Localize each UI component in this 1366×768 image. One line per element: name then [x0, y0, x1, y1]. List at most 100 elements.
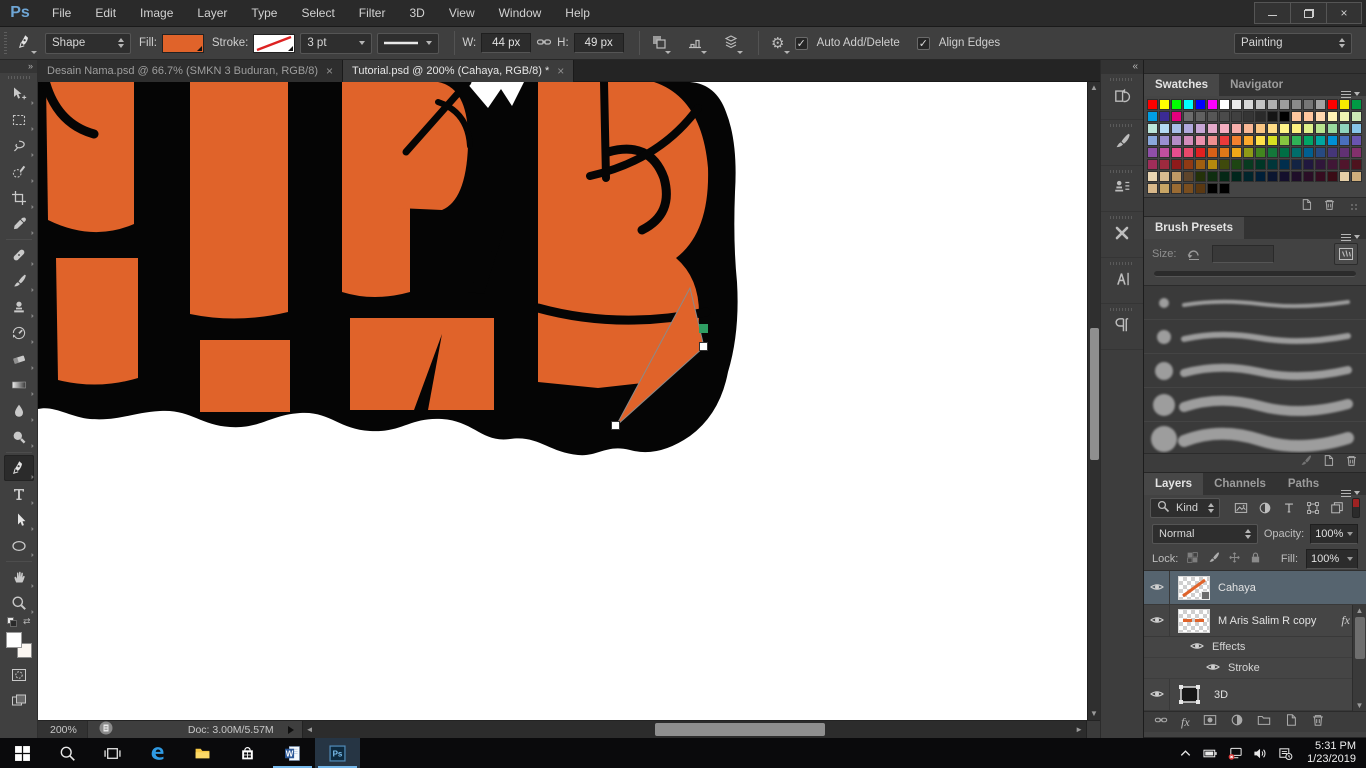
tab-channels[interactable]: Channels — [1203, 473, 1277, 495]
color-swatch[interactable] — [1207, 111, 1218, 122]
stroke-type-select[interactable] — [377, 32, 440, 54]
color-swatch[interactable] — [1159, 183, 1170, 194]
layer-row-cahaya[interactable]: Cahaya — [1144, 571, 1366, 605]
filter-image-icon[interactable] — [1230, 498, 1252, 518]
color-swatch[interactable] — [1327, 99, 1338, 110]
path-alignment-button[interactable] — [683, 32, 707, 54]
quick-selection-tool[interactable] — [4, 159, 34, 185]
menu-filter[interactable]: Filter — [347, 0, 398, 27]
color-swatch[interactable] — [1171, 123, 1182, 134]
color-swatch[interactable] — [1207, 99, 1218, 110]
anchor-point-selected[interactable] — [699, 324, 708, 333]
layers-scrollbar[interactable]: ▲ ▼ — [1352, 605, 1366, 711]
foreground-background-colors[interactable] — [5, 632, 32, 658]
minimize-button[interactable] — [1254, 2, 1290, 24]
color-swatch[interactable] — [1255, 159, 1266, 170]
pen-tool[interactable] — [3, 455, 34, 481]
scroll-right-icon[interactable]: ► — [1075, 721, 1083, 739]
color-swatch[interactable] — [1147, 183, 1158, 194]
taskbar-word-icon[interactable]: W — [270, 738, 315, 768]
color-swatch[interactable] — [1183, 123, 1194, 134]
color-swatch[interactable] — [1231, 99, 1242, 110]
tab-navigator[interactable]: Navigator — [1219, 74, 1294, 96]
color-swatch[interactable] — [1279, 111, 1290, 122]
menu-help[interactable]: Help — [553, 0, 602, 27]
color-swatch[interactable] — [1243, 111, 1254, 122]
color-swatch[interactable] — [1327, 147, 1338, 158]
visibility-toggle[interactable] — [1144, 679, 1170, 710]
color-swatch[interactable] — [1183, 183, 1194, 194]
color-swatch[interactable] — [1291, 159, 1302, 170]
color-swatch[interactable] — [1255, 99, 1266, 110]
menu-select[interactable]: Select — [289, 0, 346, 27]
color-swatch[interactable] — [1171, 183, 1182, 194]
tab-swatches[interactable]: Swatches — [1144, 74, 1220, 96]
panel-menu-icon[interactable] — [1341, 91, 1366, 96]
color-swatch[interactable] — [1159, 171, 1170, 182]
color-swatch[interactable] — [1219, 147, 1230, 158]
color-swatch[interactable] — [1207, 123, 1218, 134]
color-swatch[interactable] — [1267, 135, 1278, 146]
menu-type[interactable]: Type — [239, 0, 289, 27]
color-swatch[interactable] — [1219, 99, 1230, 110]
layer-thumbnail[interactable] — [1178, 575, 1210, 600]
workspace-select[interactable]: Painting — [1234, 32, 1352, 54]
color-swatch[interactable] — [1231, 135, 1242, 146]
color-swatch[interactable] — [1195, 159, 1206, 170]
tab-layers[interactable]: Layers — [1144, 473, 1204, 495]
color-swatch[interactable] — [1303, 171, 1314, 182]
color-swatch[interactable] — [1267, 159, 1278, 170]
chevron-up-icon[interactable] — [1178, 746, 1193, 761]
path-operations-button[interactable] — [647, 32, 671, 54]
panel-menu-icon[interactable] — [1341, 234, 1366, 239]
layer-filter-toggle[interactable] — [1351, 498, 1360, 518]
foreground-color-swatch[interactable] — [5, 632, 22, 648]
new-brush-button[interactable] — [1322, 454, 1335, 472]
color-swatch[interactable] — [1303, 159, 1314, 170]
tool-mode-select[interactable]: Shape — [45, 32, 131, 54]
anchor-point[interactable] — [611, 421, 620, 430]
close-button[interactable]: × — [1326, 2, 1362, 24]
auto-add-delete-checkbox[interactable]: ✓ — [794, 36, 808, 50]
color-swatch[interactable] — [1351, 171, 1362, 182]
color-swatch[interactable] — [1267, 123, 1278, 134]
layer-thumbnail[interactable] — [1178, 608, 1210, 633]
color-swatch[interactable] — [1183, 111, 1194, 122]
new-layer-button[interactable] — [1284, 713, 1298, 732]
reset-size-icon[interactable] — [1186, 245, 1202, 264]
link-dimensions-icon[interactable] — [536, 34, 552, 53]
color-swatch[interactable] — [1171, 135, 1182, 146]
stroke-color-swatch[interactable] — [253, 33, 296, 53]
brush-stroke-icon[interactable] — [1299, 454, 1312, 472]
color-swatch[interactable] — [1231, 159, 1242, 170]
color-swatch[interactable] — [1183, 147, 1194, 158]
color-swatch[interactable] — [1327, 159, 1338, 170]
color-swatch[interactable] — [1207, 147, 1218, 158]
color-swatch[interactable] — [1255, 135, 1266, 146]
color-swatch[interactable] — [1147, 135, 1158, 146]
battery-icon[interactable] — [1203, 746, 1218, 761]
menu-3d[interactable]: 3D — [397, 0, 436, 27]
fill-color-swatch[interactable] — [161, 33, 204, 53]
color-swatch[interactable] — [1339, 171, 1350, 182]
layers-scroll-thumb[interactable] — [1354, 617, 1365, 659]
scroll-down-icon[interactable]: ▼ — [1356, 700, 1364, 711]
color-swatch[interactable] — [1195, 123, 1206, 134]
dodge-tool[interactable] — [4, 424, 34, 450]
color-swatch[interactable] — [1327, 171, 1338, 182]
color-swatch[interactable] — [1183, 99, 1194, 110]
filter-kind-select[interactable]: Kind — [1150, 498, 1220, 518]
layer-row-m-aris-salim-r-copy[interactable]: M Aris Salim R copy fx — [1144, 605, 1366, 637]
lock-paint-icon[interactable] — [1207, 551, 1220, 567]
color-swatch[interactable] — [1207, 171, 1218, 182]
color-swatch[interactable] — [1339, 159, 1350, 170]
color-swatch[interactable] — [1195, 171, 1206, 182]
menu-edit[interactable]: Edit — [83, 0, 128, 27]
color-swatch[interactable] — [1207, 183, 1218, 194]
scroll-left-icon[interactable]: ◄ — [306, 721, 314, 739]
layer-effect-row-effects[interactable]: Effects — [1144, 637, 1366, 658]
gradient-tool[interactable] — [4, 372, 34, 398]
fill-opacity-field[interactable]: 100% — [1306, 548, 1358, 569]
delete-swatch-button[interactable] — [1323, 198, 1336, 216]
color-swatch[interactable] — [1303, 123, 1314, 134]
